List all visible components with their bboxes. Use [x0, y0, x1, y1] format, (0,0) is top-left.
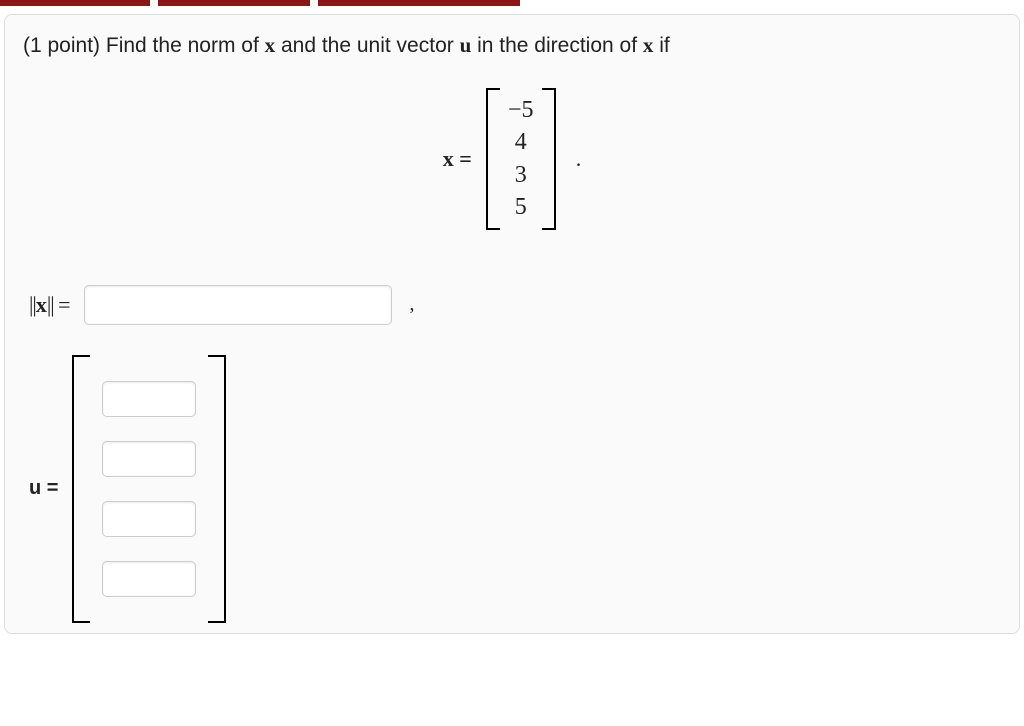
u-answer-row: u =	[29, 355, 1001, 623]
matrix-x-entry: 5	[506, 191, 536, 223]
x-equals-label: x =	[443, 146, 472, 172]
norm-symbol-x: x	[36, 292, 47, 317]
u-equals-label: u =	[29, 477, 58, 500]
bracket-right-icon	[210, 355, 226, 623]
top-tab-strip	[0, 0, 1024, 6]
u-entry-input-2[interactable]	[102, 441, 196, 477]
bracket-left-icon	[486, 88, 498, 230]
norm-bars-left: ||	[29, 292, 36, 317]
prompt-text-3: in the direction of	[471, 34, 643, 57]
norm-answer-row: ||x|| = ,	[29, 285, 1001, 325]
matrix-x-entry: 4	[506, 126, 536, 158]
matrix-x-entry: 3	[506, 159, 536, 191]
symbol-x-2: x	[643, 33, 654, 57]
points-label: (1 point)	[23, 34, 106, 57]
matrix-x-entry: −5	[506, 94, 536, 126]
period: .	[576, 146, 582, 230]
bracket-left-icon	[72, 355, 88, 623]
prompt-text-4: if	[653, 34, 669, 57]
u-entry-input-1[interactable]	[102, 381, 196, 417]
problem-card: (1 point) Find the norm of x and the uni…	[4, 14, 1020, 634]
prompt-text-1: Find the norm of	[106, 34, 265, 57]
u-entry-input-3[interactable]	[102, 501, 196, 537]
symbol-x: x	[265, 33, 276, 57]
matrix-x: −5 4 3 5	[486, 88, 556, 230]
norm-input[interactable]	[84, 285, 392, 325]
problem-prompt: (1 point) Find the norm of x and the uni…	[23, 33, 1001, 58]
matrix-u	[72, 355, 226, 623]
symbol-u: u	[460, 33, 472, 57]
u-entry-input-4[interactable]	[102, 561, 196, 597]
norm-bars-right: || =	[47, 292, 70, 317]
norm-label: ||x|| =	[29, 292, 70, 318]
comma: ,	[410, 293, 415, 316]
bracket-right-icon	[544, 88, 556, 230]
vector-x-display: x = −5 4 3 5 .	[23, 88, 1001, 230]
prompt-text-2: and the unit vector	[275, 34, 459, 57]
